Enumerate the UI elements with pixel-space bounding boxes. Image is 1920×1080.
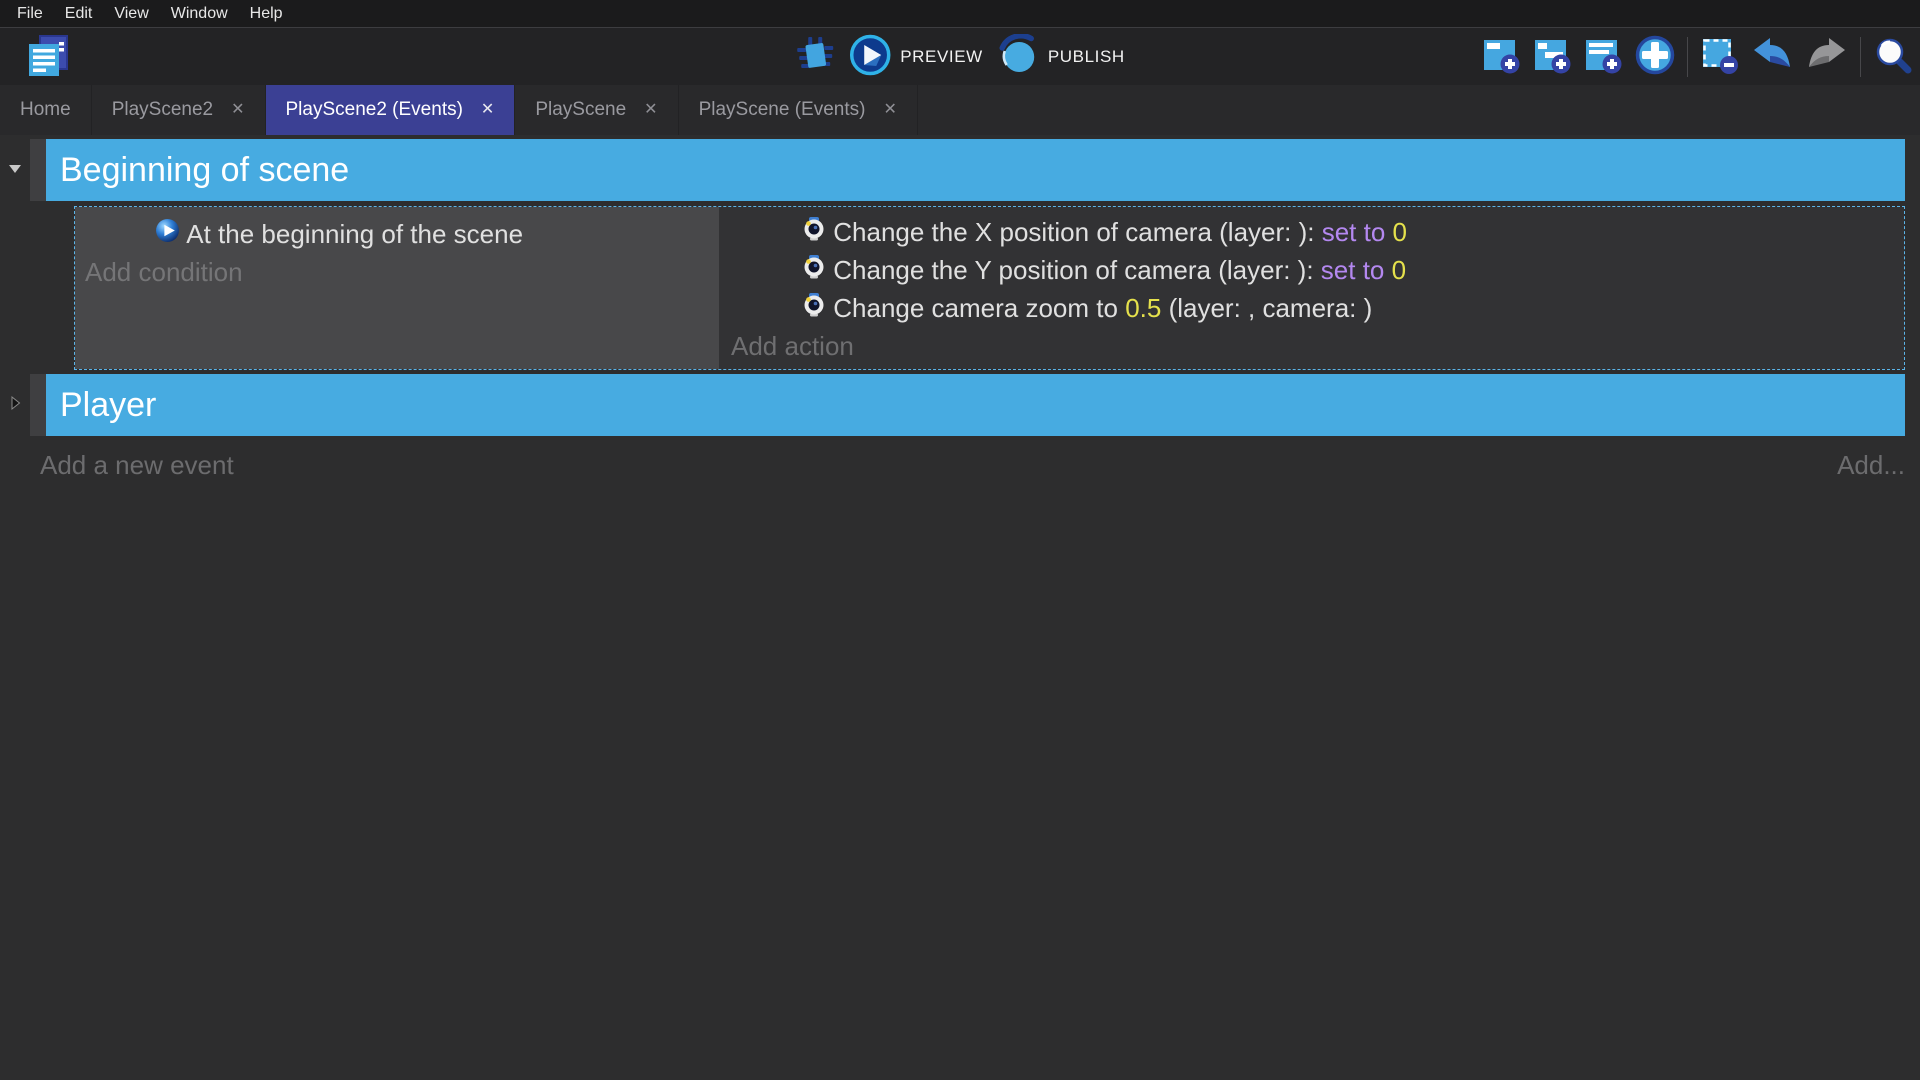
add-event-button[interactable]	[1481, 35, 1521, 80]
actions-column: Change the X position of camera (layer: …	[719, 207, 1904, 369]
chevron-right-icon	[10, 395, 21, 416]
publish-icon	[997, 34, 1039, 81]
add-new-event-button[interactable]: Add a new event	[40, 450, 234, 481]
group-header-bar[interactable]: Beginning of scene	[46, 139, 1905, 201]
add-comment-icon	[1583, 35, 1623, 80]
undo-icon	[1750, 35, 1794, 80]
add-circle-icon	[1634, 34, 1676, 81]
menu-edit[interactable]: Edit	[54, 5, 104, 23]
condition-at-beginning[interactable]: At the beginning of the scene	[83, 215, 711, 253]
collapse-toggle[interactable]	[0, 139, 30, 201]
action-camera-zoom[interactable]: Change camera zoom to 0.5 (layer: , came…	[729, 289, 1894, 327]
debug-bug-icon	[795, 35, 835, 80]
redo-button[interactable]	[1805, 35, 1849, 80]
add-more-button[interactable]: Add...	[1837, 450, 1905, 481]
events-sheet: Beginning of scene	[0, 135, 1920, 481]
event-row[interactable]: At the beginning of the scene Add condit…	[74, 206, 1905, 370]
action-value: 0.5	[1125, 293, 1161, 324]
action-camera-x[interactable]: Change the X position of camera (layer: …	[729, 213, 1894, 251]
tab-playscene[interactable]: PlayScene ✕	[515, 85, 678, 135]
event-group-player: Player	[0, 374, 1920, 436]
group-title: Beginning of scene	[60, 151, 349, 190]
menu-view[interactable]: View	[103, 5, 159, 23]
add-condition-button[interactable]: Add condition	[83, 253, 711, 291]
close-icon[interactable]: ✕	[644, 102, 657, 118]
tab-label: PlayScene	[535, 99, 626, 121]
action-operator: set to	[1321, 255, 1392, 286]
action-text: Change the Y position of camera (layer: …	[833, 255, 1321, 286]
preview-button[interactable]: PREVIEW	[849, 34, 983, 81]
close-icon[interactable]: ✕	[481, 102, 494, 118]
redo-icon	[1805, 35, 1849, 80]
preview-label: PREVIEW	[900, 47, 983, 67]
toolbar-separator	[1687, 37, 1688, 77]
add-subevent-icon	[1532, 35, 1572, 80]
group-drag-handle[interactable]	[30, 139, 46, 201]
action-text: Change the X position of camera (layer: …	[833, 217, 1321, 248]
main-toolbar: PREVIEW PUBLISH	[0, 27, 1920, 85]
conditions-column: At the beginning of the scene Add condit…	[75, 207, 719, 369]
events-sheet-button[interactable]	[24, 34, 72, 82]
add-other-button[interactable]	[1634, 34, 1676, 81]
tab-home[interactable]: Home	[0, 85, 92, 135]
event-group-beginning-of-scene: Beginning of scene	[0, 139, 1920, 201]
action-camera-y[interactable]: Change the Y position of camera (layer: …	[729, 251, 1894, 289]
search-events-button[interactable]	[1872, 34, 1914, 81]
menu-window[interactable]: Window	[160, 5, 239, 23]
close-icon[interactable]: ✕	[231, 102, 244, 118]
tab-label: PlayScene2 (Events)	[286, 99, 463, 121]
toolbar-separator	[1860, 37, 1861, 77]
tab-label: Home	[20, 99, 71, 121]
collapse-toggle[interactable]	[0, 374, 30, 436]
condition-text: At the beginning of the scene	[186, 219, 523, 250]
menu-bar: File Edit View Window Help	[0, 0, 1920, 27]
tab-playscene2-events[interactable]: PlayScene2 (Events) ✕	[266, 85, 516, 135]
delete-selection-button[interactable]	[1699, 35, 1739, 80]
action-value: 0	[1392, 255, 1406, 286]
tab-label: PlayScene (Events)	[699, 99, 866, 121]
menu-file[interactable]: File	[6, 5, 54, 23]
add-comment-button[interactable]	[1583, 35, 1623, 80]
play-icon	[849, 34, 891, 81]
add-event-icon	[1481, 35, 1521, 80]
tab-bar: Home PlayScene2 ✕ PlayScene2 (Events) ✕ …	[0, 85, 1920, 135]
chevron-down-icon	[7, 161, 23, 179]
debug-button[interactable]	[795, 35, 835, 80]
group-header-bar[interactable]: Player	[46, 374, 1905, 436]
group-title: Player	[60, 386, 156, 425]
add-subevent-button[interactable]	[1532, 35, 1572, 80]
add-event-row: Add a new event Add...	[40, 450, 1905, 481]
menu-help[interactable]: Help	[239, 5, 294, 23]
action-text: (layer: , camera: )	[1161, 293, 1372, 324]
events-sheet-icon	[25, 33, 71, 84]
publish-button[interactable]: PUBLISH	[997, 34, 1125, 81]
add-action-button[interactable]: Add action	[729, 327, 1894, 365]
undo-button[interactable]	[1750, 35, 1794, 80]
search-icon	[1872, 34, 1914, 81]
delete-selection-icon	[1699, 35, 1739, 80]
action-text: Change camera zoom to	[833, 293, 1125, 324]
action-operator: set to	[1322, 217, 1393, 248]
tab-playscene2[interactable]: PlayScene2 ✕	[92, 85, 266, 135]
tab-label: PlayScene2	[112, 99, 213, 121]
publish-label: PUBLISH	[1048, 47, 1125, 67]
group-drag-handle[interactable]	[30, 374, 46, 436]
close-icon[interactable]: ✕	[883, 102, 896, 118]
action-value: 0	[1393, 217, 1407, 248]
tab-playscene-events[interactable]: PlayScene (Events) ✕	[679, 85, 918, 135]
